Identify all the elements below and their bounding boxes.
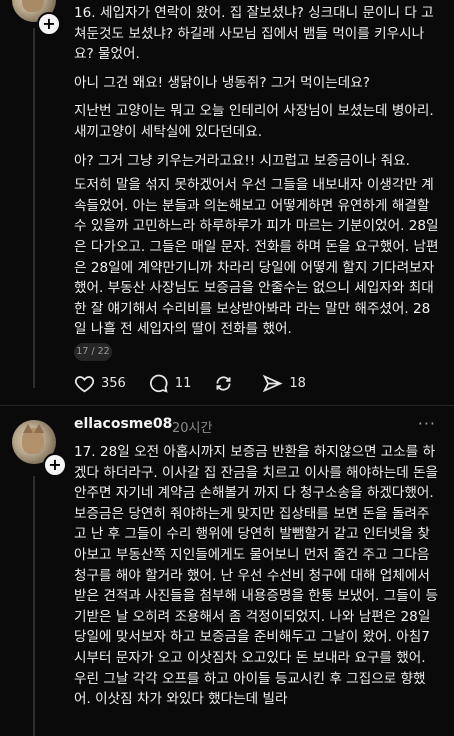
post-1: + 16. 세입자가 연락이 왔어. 집 잘보셨냐? 싱크대니 문이니 다 고쳐… [0,0,454,400]
post-2-body: 17. 28일 오전 아홉시까지 보증금 반환을 하지않으면 고소를 하겠다 하… [74,442,440,710]
like-count: 356 [101,375,126,391]
follow-plus-icon[interactable]: + [37,12,61,36]
comment-count: 11 [174,375,192,391]
more-options-icon[interactable]: ··· [418,414,436,433]
post-paragraph: 17. 28일 오전 아홉시까지 보증금 반환을 하지않으면 고소를 하겠다 하… [74,444,439,708]
heart-icon [74,375,95,392]
post-1-actions: 356 11 18 [74,372,328,394]
follow-plus-icon[interactable]: + [43,453,67,477]
like-button[interactable]: 356 [74,373,126,394]
post-paragraph: 지난번 고양이는 뭐고 오늘 인테리어 사장님이 보셨는데 병아리. 새끼고양이… [74,103,434,140]
post-paragraph: 아? 그거 그냥 키우는거라고요!! 시끄럽고 보증금이나 줘요. [74,152,411,169]
post-2: + ellacosme08 20시간 ··· 17. 28일 오전 아홉시까지 … [0,406,454,736]
repost-button[interactable] [213,373,240,394]
repost-icon [216,375,231,391]
post-1-body: 16. 세입자가 연락이 왔어. 집 잘보셨냐? 싱크대니 문이니 다 고쳐둔것… [74,3,440,340]
thread-line [33,28,35,388]
carousel-page-indicator: 17 / 22 [74,343,112,361]
post-paragraph: 아니 그건 왜요! 생닭이나 냉동쥐? 그거 먹이는데요? [74,74,370,91]
post-time: 20시간 [172,421,213,436]
post-paragraph: 도저히 말을 섞지 못하겠어서 우선 그들을 내보내자 이생각만 계속들었어. … [74,177,439,338]
comment-button[interactable]: 11 [148,373,192,394]
share-count: 18 [289,375,306,391]
post-paragraph: 16. 세입자가 연락이 왔어. 집 잘보셨냐? 싱크대니 문이니 다 고쳐둔것… [74,5,434,63]
share-button[interactable]: 18 [262,373,306,394]
send-icon [263,374,283,392]
comment-icon [149,374,168,393]
username[interactable]: ellacosme08 [74,416,172,432]
thread-line [33,476,35,736]
